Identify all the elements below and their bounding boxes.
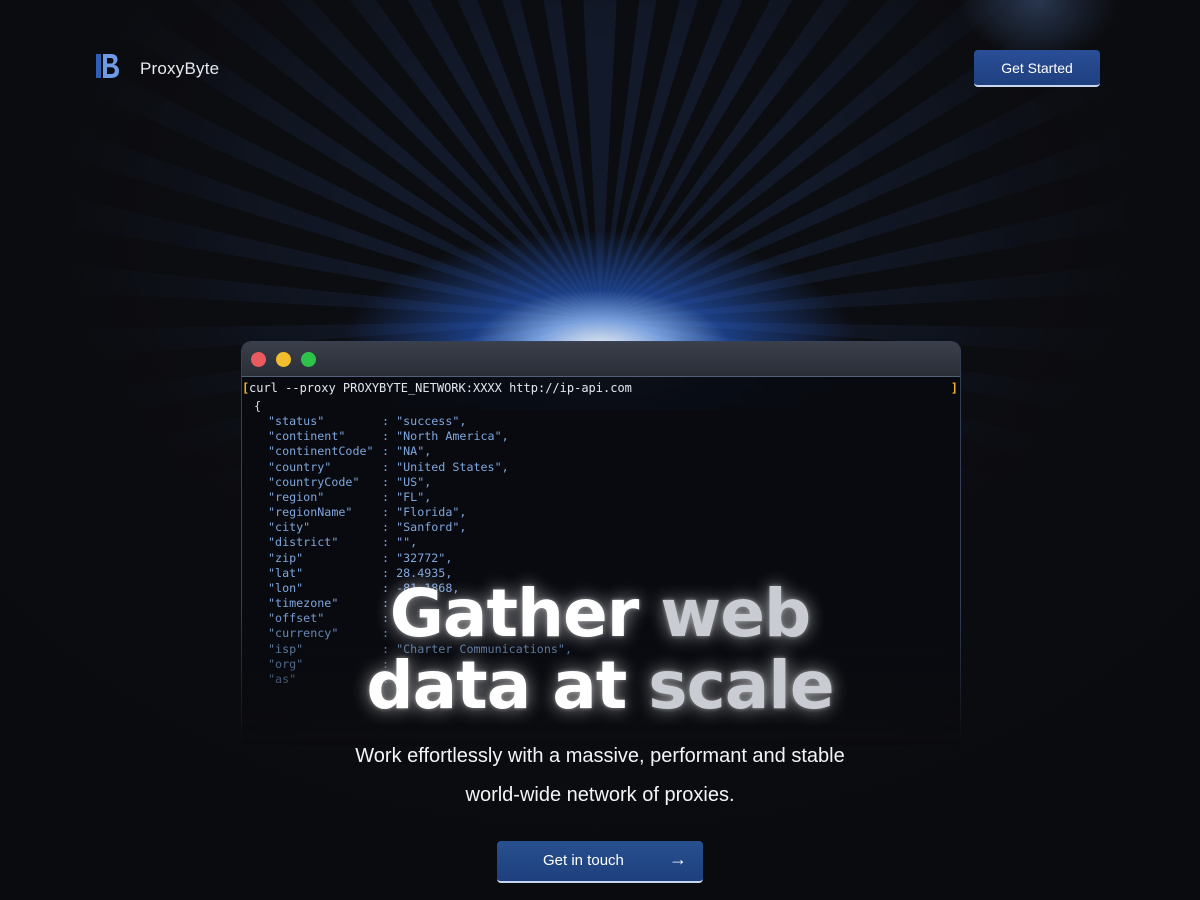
terminal-command: curl --proxy PROXYBYTE_NETWORK:XXXX http… xyxy=(249,381,632,395)
json-key: "region" xyxy=(268,489,325,504)
terminal-command-line: [ curl --proxy PROXYBYTE_NETWORK:XXXX ht… xyxy=(242,377,960,399)
get-in-touch-button[interactable]: Get in touch → xyxy=(497,841,703,883)
hero-subtitle-line-1: Work effortlessly with a massive, perfor… xyxy=(355,745,845,767)
hero-title-line-1: Gather web xyxy=(0,578,1200,650)
json-key: "regionName" xyxy=(268,505,353,520)
json-value: "North America", xyxy=(396,429,509,444)
json-key: "countryCode" xyxy=(268,474,360,489)
json-colon: : xyxy=(382,550,397,565)
json-row: "district": "", xyxy=(254,535,960,550)
json-colon: : xyxy=(382,505,397,520)
json-value: "success", xyxy=(396,414,467,429)
json-row: "status": "success", xyxy=(254,414,960,429)
hero-title-words-data-at: data at xyxy=(366,647,627,724)
hero-title-word-gather: Gather xyxy=(389,575,640,652)
arrow-right-icon: → xyxy=(669,849,687,869)
hero-subtitle-line-2: world-wide network of proxies. xyxy=(465,784,735,806)
json-value: "32772", xyxy=(396,550,453,565)
json-colon: : xyxy=(382,474,397,489)
brand-name: ProxyByte xyxy=(140,58,220,78)
json-colon: : xyxy=(382,489,397,504)
json-key: "zip" xyxy=(268,550,304,565)
json-value: "", xyxy=(396,535,418,550)
json-key: "city" xyxy=(268,520,311,535)
site-header: ProxyByte Get Started xyxy=(0,0,1200,130)
json-open-brace: { xyxy=(254,399,262,413)
json-row: "continent": "North America", xyxy=(254,429,960,444)
hero-title-line-2: data at scale xyxy=(0,650,1200,722)
json-value: "United States", xyxy=(396,459,509,474)
minimize-window-dot[interactable] xyxy=(276,352,291,367)
json-value: "US", xyxy=(396,474,432,489)
json-colon: : xyxy=(382,520,397,535)
bracket-right: ] xyxy=(950,381,958,395)
json-key: "status" xyxy=(268,414,325,429)
json-value: "FL", xyxy=(396,489,432,504)
get-started-button[interactable]: Get Started xyxy=(974,50,1100,87)
json-value: "Florida", xyxy=(396,505,467,520)
proxybyte-logo-icon xyxy=(96,53,120,84)
json-row: "region": "FL", xyxy=(254,490,960,505)
hero-title: Gather web data at scale xyxy=(0,578,1200,722)
get-in-touch-label: Get in touch xyxy=(543,852,624,869)
json-key: "district" xyxy=(268,535,339,550)
terminal-titlebar xyxy=(242,342,960,377)
json-row: "zip": "32772", xyxy=(254,551,960,566)
json-colon: : xyxy=(382,535,397,550)
json-key: "continent" xyxy=(268,429,346,444)
json-row: "country": "United States", xyxy=(254,460,960,475)
json-value: "NA", xyxy=(396,444,432,459)
json-value: "Sanford", xyxy=(396,520,467,535)
json-key: "continentCode" xyxy=(268,444,374,459)
json-key: "country" xyxy=(268,459,332,474)
hero-title-word-scale: scale xyxy=(648,647,834,724)
bracket-left: [ xyxy=(242,381,250,395)
hero-title-word-web: web xyxy=(660,575,811,652)
json-colon: : xyxy=(382,414,397,429)
json-colon: : xyxy=(382,444,397,459)
brand[interactable]: ProxyByte xyxy=(96,53,219,84)
json-colon: : xyxy=(382,459,397,474)
json-row: "countryCode": "US", xyxy=(254,475,960,490)
json-row: "regionName": "Florida", xyxy=(254,505,960,520)
hero-subtitle: Work effortlessly with a massive, perfor… xyxy=(0,737,1200,815)
maximize-window-dot[interactable] xyxy=(301,352,316,367)
json-colon: : xyxy=(382,429,397,444)
json-row: "continentCode": "NA", xyxy=(254,444,960,459)
close-window-dot[interactable] xyxy=(251,352,266,367)
json-row: "city": "Sanford", xyxy=(254,520,960,535)
